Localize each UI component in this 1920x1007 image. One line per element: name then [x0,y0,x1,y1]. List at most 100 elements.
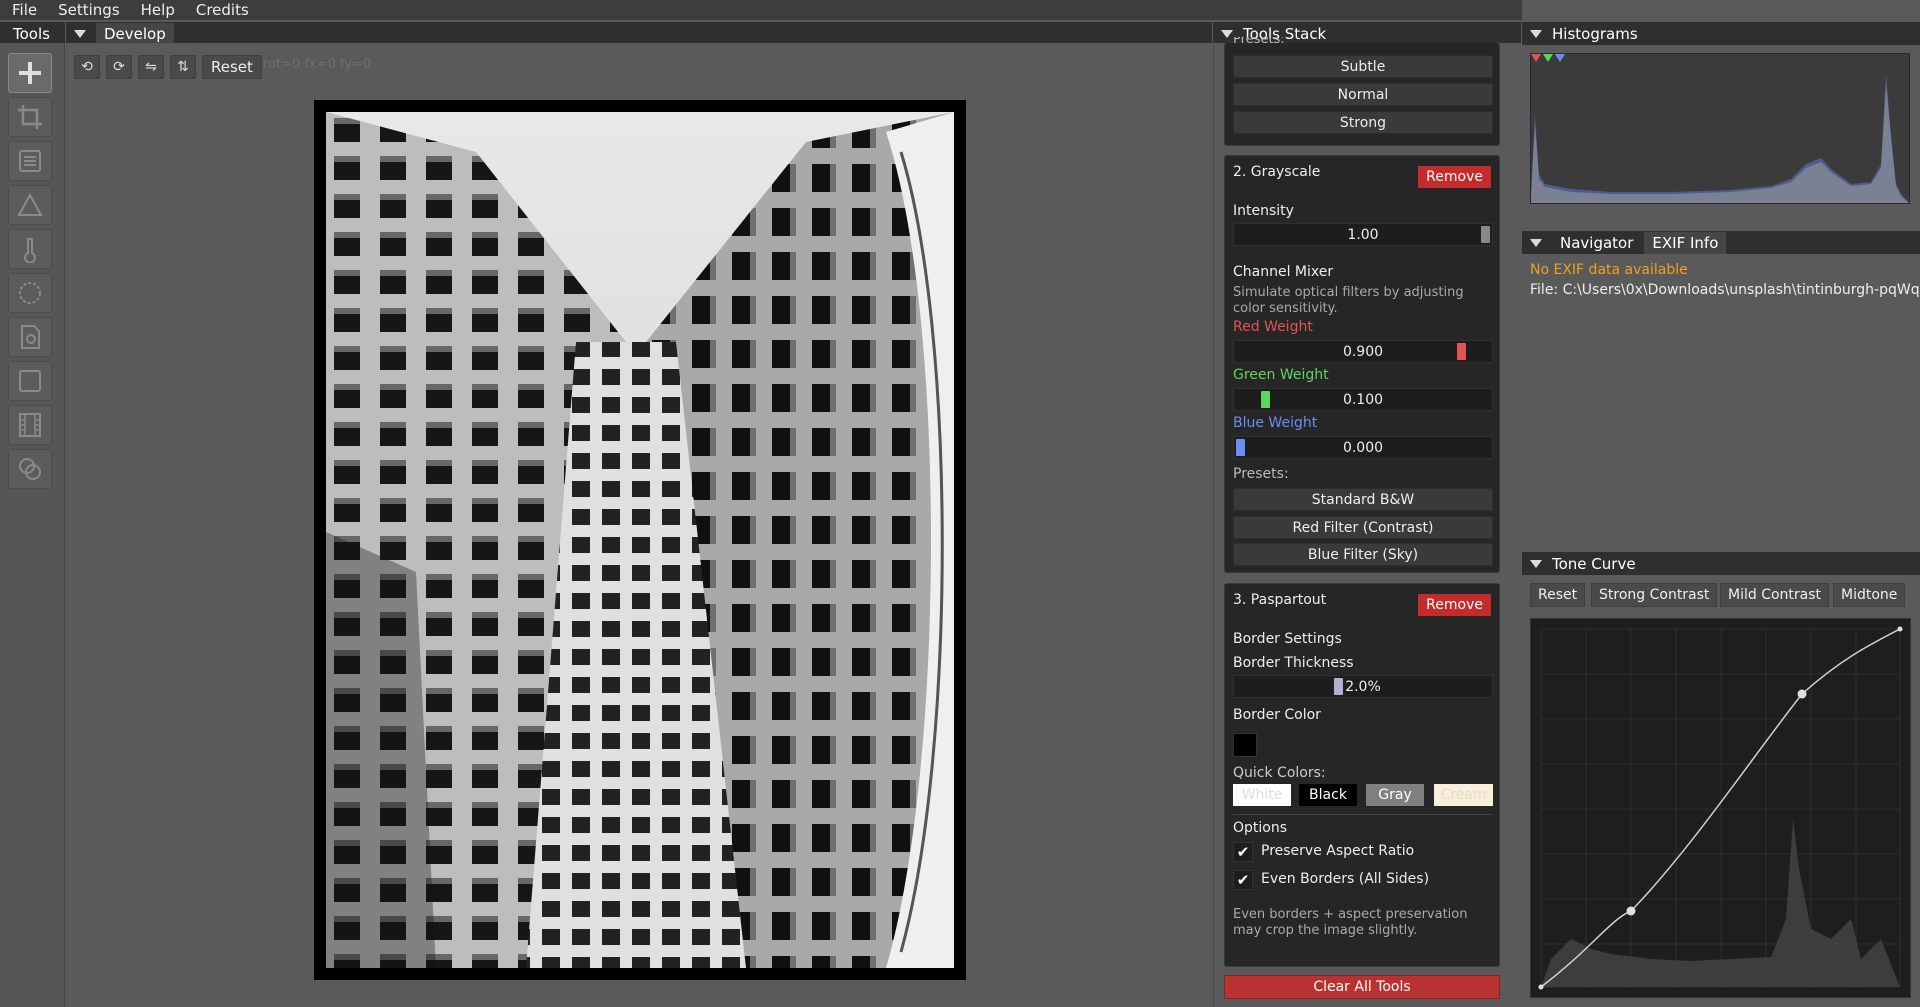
preserve-aspect-checkbox[interactable]: ✔ [1233,842,1253,862]
temperature-tool-button[interactable] [8,229,52,269]
preset-strong-button[interactable]: Strong [1233,111,1493,134]
green-weight-handle[interactable] [1260,391,1270,408]
clear-all-tools-button[interactable]: Clear All Tools [1224,975,1500,999]
mild-contrast-button[interactable]: Mild Contrast [1720,583,1830,607]
image-edit-icon [21,325,40,349]
preset-red-filter-button[interactable]: Red Filter (Contrast) [1233,516,1493,539]
rotate-left-button[interactable]: ⟲ [74,55,100,79]
histograms-title: Histograms [1552,24,1638,43]
tools-panel [0,43,65,1007]
preserve-aspect-label: Preserve Aspect Ratio [1261,843,1415,859]
collapse-arrow-icon[interactable] [1221,29,1233,38]
photo-canvas[interactable] [314,100,966,980]
collapse-arrow-icon[interactable] [1530,559,1542,568]
red-weight-handle[interactable] [1456,343,1466,360]
quick-color-white-button[interactable]: White [1233,784,1291,806]
border-color-swatch[interactable] [1233,733,1257,757]
quick-color-cream-button[interactable]: Cream [1434,784,1493,806]
crop-tool-button[interactable] [8,97,52,137]
green-weight-slider[interactable]: 0.100 [1233,388,1493,411]
blend-tool-button[interactable] [8,449,52,489]
menu-credits[interactable]: Credits [184,1,258,19]
blue-weight-handle[interactable] [1236,439,1245,456]
square-icon [19,370,41,392]
border-settings-label: Border Settings [1233,631,1342,647]
tone-curve-reset-button[interactable]: Reset [1530,583,1586,607]
border-thickness-handle[interactable] [1334,678,1343,695]
preset-standard-bw-button[interactable]: Standard B&W [1233,488,1493,511]
list-icon [19,150,41,172]
film-tool-button[interactable] [8,405,52,445]
paspartout-remove-button[interactable]: Remove [1418,594,1491,616]
navigator-header: Navigator EXIF Info [1522,231,1920,254]
menu-help[interactable]: Help [129,1,184,19]
film-icon [19,413,41,437]
red-weight-slider[interactable]: 0.900 [1233,340,1493,363]
quick-color-gray-button[interactable]: Gray [1366,784,1424,806]
even-borders-checkbox[interactable]: ✔ [1233,870,1253,890]
tone-curve-header: Tone Curve [1522,552,1920,575]
transform-info: rot=0 fx=0 fy=0 [263,57,372,72]
channel-mixer-title: Channel Mixer [1233,264,1334,280]
move-tool-button[interactable] [8,53,52,93]
collapse-arrow-icon[interactable] [74,29,86,38]
grayscale-presets-label: Presets: [1233,466,1289,482]
border-thickness-slider[interactable]: 2.0% [1233,675,1493,698]
border-thickness-label: Border Thickness [1233,655,1354,671]
levels-tool-button[interactable] [8,185,52,225]
develop-tab[interactable]: Develop [96,22,174,45]
intensity-slider-handle[interactable] [1481,226,1490,243]
curve-point-black[interactable] [1538,984,1544,990]
file-path: File: C:\Users\0x\Downloads\unsplash\tin… [1530,282,1920,298]
preset-blue-filter-button[interactable]: Blue Filter (Sky) [1233,543,1493,566]
preset-normal-button[interactable]: Normal [1233,83,1493,106]
list-tool-button[interactable] [8,141,52,181]
rotate-right-button[interactable]: ⟳ [106,55,132,79]
border-color-label: Border Color [1233,707,1321,723]
blue-weight-value: 0.000 [1342,439,1384,456]
frame-tool-button[interactable] [8,361,52,401]
preset-subtle-button[interactable]: Subtle [1233,55,1493,78]
flip-vertical-button[interactable]: ⇅ [170,55,196,79]
checkmark-icon: ✔ [1236,871,1250,889]
midtone-button[interactable]: Midtone [1833,583,1906,607]
navigator-tab[interactable]: Navigator [1552,232,1641,254]
red-weight-value: 0.900 [1342,343,1384,360]
triangle-icon [17,192,43,216]
paspartout-title: 3. Paspartout [1233,592,1327,608]
histogram-view [1530,53,1910,204]
vignette-tool-button[interactable] [8,273,52,313]
grayscale-remove-button[interactable]: Remove [1418,166,1491,188]
move-icon [19,62,41,84]
menu-file[interactable]: File [0,1,46,19]
intensity-value: 1.00 [1347,226,1379,243]
collapse-arrow-icon[interactable] [1530,29,1542,38]
exif-info-panel: No EXIF data available File: C:\Users\0x… [1522,254,1920,550]
tool-card-1: Presets: Subtle Normal Strong [1224,37,1500,146]
curve-point-highlight[interactable] [1797,689,1807,699]
flip-horizontal-button[interactable]: ⇋ [138,55,164,79]
collapse-arrow-icon[interactable] [1530,238,1542,247]
develop-reset-button[interactable]: Reset [202,55,262,79]
image-edit-tool-button[interactable] [8,317,52,357]
red-weight-label: Red Weight [1233,319,1313,335]
photo-image [326,112,954,968]
quick-color-black-button[interactable]: Black [1299,784,1357,806]
curve-point-shadow[interactable] [1626,906,1636,916]
thermometer-icon [24,238,36,263]
menu-settings[interactable]: Settings [46,1,129,19]
exif-info-tab[interactable]: EXIF Info [1644,231,1727,254]
paspartout-note-1: Even borders + aspect preservation [1233,907,1468,922]
blue-weight-slider[interactable]: 0.000 [1233,436,1493,459]
no-exif-message: No EXIF data available [1530,262,1688,278]
tools-panel-title: Tools [13,24,50,43]
curve-point-white[interactable] [1897,626,1903,632]
develop-panel: ⟲ ⟳ ⇋ ⇅ Reset rot=0 fx=0 fy=0 [66,43,1212,1007]
tone-curve-editor[interactable] [1530,618,1911,998]
checkmark-icon: ✔ [1236,843,1250,861]
green-weight-label: Green Weight [1233,367,1329,383]
intensity-slider[interactable]: 1.00 [1233,223,1493,246]
options-label: Options [1233,820,1288,836]
overlap-circles-icon [19,458,41,480]
strong-contrast-button[interactable]: Strong Contrast [1591,583,1718,607]
